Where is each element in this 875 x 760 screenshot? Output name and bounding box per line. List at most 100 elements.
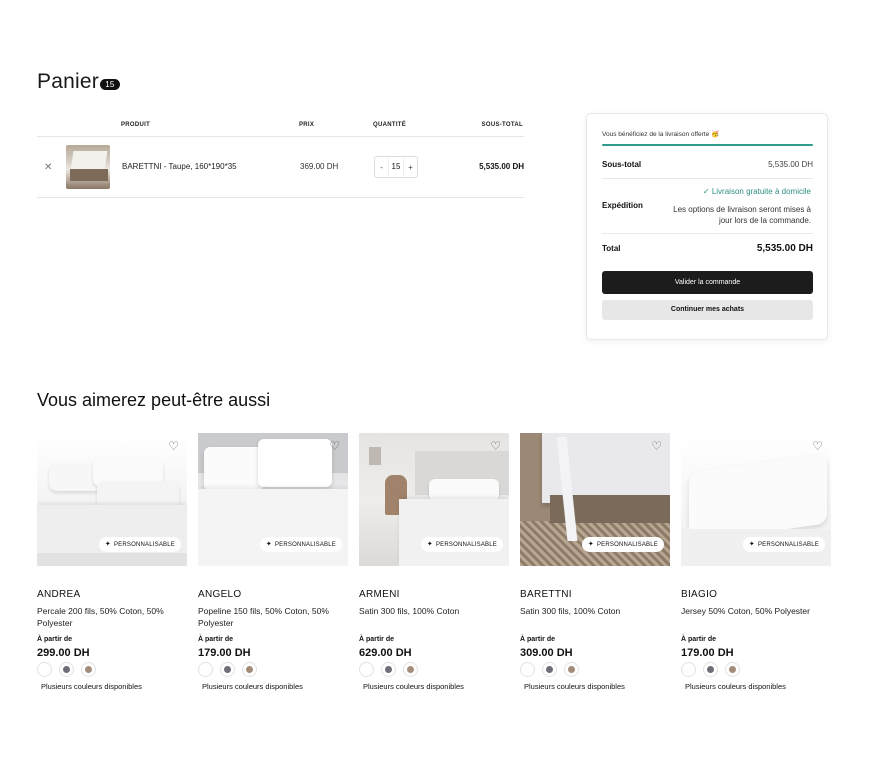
more-colors-label: Plusieurs couleurs disponibles [524, 682, 625, 691]
price-from-label: À partir de [198, 636, 234, 643]
remove-item-icon[interactable]: ✕ [44, 162, 52, 173]
swatch-taupe[interactable] [725, 662, 740, 677]
color-swatches [37, 662, 96, 677]
product-name[interactable]: ANGELO [198, 589, 241, 600]
product-image[interactable]: ♡ ✦ PERSONNALISABLE [37, 433, 187, 566]
swatch-white[interactable] [198, 662, 213, 677]
swatch-taupe[interactable] [564, 662, 579, 677]
cart-table-header: PRODUIT PRIX QUANTITÉ SOUS-TOTAL [37, 114, 524, 137]
quantity-decrease-button[interactable]: - [375, 163, 388, 172]
price-from-label: À partir de [681, 636, 717, 643]
cart-item-total: 5,535.00 DH [479, 162, 524, 171]
recommendations-title: Vous aimerez peut-être aussi [37, 390, 271, 410]
wishlist-heart-icon[interactable]: ♡ [651, 439, 662, 453]
more-colors-label: Plusieurs couleurs disponibles [41, 682, 142, 691]
product-card[interactable]: ♡ ✦ PERSONNALISABLE BIAGIO Jersey 50% Cot… [681, 433, 831, 691]
swatch-white[interactable] [520, 662, 535, 677]
wishlist-heart-icon[interactable]: ♡ [329, 439, 340, 453]
more-colors-label: Plusieurs couleurs disponibles [202, 682, 303, 691]
product-image[interactable]: ♡ ✦ PERSONNALISABLE [359, 433, 509, 566]
badge-label: PERSONNALISABLE [113, 542, 175, 548]
color-swatches [681, 662, 740, 677]
product-card[interactable]: ♡ ✦ PERSONNALISABLE ANGELO Popeline 150 f… [198, 433, 348, 691]
continue-shopping-button[interactable]: Continuer mes achats [602, 300, 813, 320]
quantity-increase-button[interactable]: + [404, 163, 417, 172]
wishlist-heart-icon[interactable]: ♡ [168, 439, 179, 453]
swatch-gray[interactable] [542, 662, 557, 677]
product-price: 629.00 DH [359, 647, 412, 659]
product-description: Satin 300 fils, 100% Coton [359, 606, 460, 616]
badge-label: PERSONNALISABLE [596, 542, 658, 548]
customizable-badge: ✦ PERSONNALISABLE [420, 537, 503, 552]
badge-label: PERSONNALISABLE [435, 542, 497, 548]
subtotal-value: 5,535.00 DH [768, 160, 813, 169]
magic-wand-icon: ✦ [104, 541, 111, 548]
shipping-label: Expédition [602, 201, 643, 210]
wishlist-heart-icon[interactable]: ♡ [812, 439, 823, 453]
product-image[interactable]: ♡ ✦ PERSONNALISABLE [681, 433, 831, 566]
swatch-gray[interactable] [59, 662, 74, 677]
magic-wand-icon: ✦ [426, 541, 433, 548]
product-name[interactable]: BIAGIO [681, 589, 717, 600]
cart-count-badge: 15 [99, 79, 120, 90]
swatch-taupe[interactable] [81, 662, 96, 677]
checkout-button[interactable]: Valider la commande [602, 271, 813, 294]
product-card[interactable]: ♡ ✦ PERSONNALISABLE ANDREA Percale 200 fi… [37, 433, 187, 691]
swatch-gray[interactable] [703, 662, 718, 677]
color-swatches [520, 662, 579, 677]
product-price: 179.00 DH [198, 647, 251, 659]
total-value: 5,535.00 DH [756, 243, 813, 254]
product-image[interactable]: ♡ ✦ PERSONNALISABLE [520, 433, 670, 566]
more-colors-label: Plusieurs couleurs disponibles [363, 682, 464, 691]
color-swatches [198, 662, 257, 677]
product-name[interactable]: ANDREA [37, 589, 80, 600]
customizable-badge: ✦ PERSONNALISABLE [581, 537, 664, 552]
product-description: Percale 200 fils, 50% Coton, 50% Polyest… [37, 606, 164, 628]
product-name[interactable]: BARETTNI [520, 589, 572, 600]
cart-table: PRODUIT PRIX QUANTITÉ SOUS-TOTAL ✕ BARET… [37, 114, 524, 198]
customizable-badge: ✦ PERSONNALISABLE [259, 537, 342, 552]
price-from-label: À partir de [359, 636, 395, 643]
price-from-label: À partir de [37, 636, 73, 643]
total-line: Total 5,535.00 DH [602, 243, 813, 254]
header-subtotal: SOUS-TOTAL [481, 122, 523, 128]
swatch-taupe[interactable] [242, 662, 257, 677]
product-description: Popeline 150 fils, 50% Coton, 50% Polyes… [198, 606, 329, 628]
product-description: Jersey 50% Coton, 50% Polyester [681, 606, 810, 616]
customizable-badge: ✦ PERSONNALISABLE [742, 537, 825, 552]
swatch-gray[interactable] [381, 662, 396, 677]
cart-row: ✕ BARETTNI - Taupe, 160*190*35 369.00 DH… [37, 137, 524, 198]
swatch-white[interactable] [359, 662, 374, 677]
divider [602, 178, 813, 179]
product-grid: ♡ ✦ PERSONNALISABLE ANDREA Percale 200 fi… [37, 433, 831, 691]
product-price: 299.00 DH [37, 647, 90, 659]
divider [602, 233, 813, 234]
wishlist-heart-icon[interactable]: ♡ [490, 439, 501, 453]
swatch-gray[interactable] [220, 662, 235, 677]
price-from-label: À partir de [520, 636, 556, 643]
quantity-stepper: - 15 + [374, 156, 418, 178]
product-card[interactable]: ♡ ✦ PERSONNALISABLE ARMENI Satin 300 fils… [359, 433, 509, 691]
cart-item-price: 369.00 DH [300, 162, 339, 171]
magic-wand-icon: ✦ [265, 541, 272, 548]
product-thumbnail[interactable] [66, 145, 110, 189]
product-name[interactable]: ARMENI [359, 589, 400, 600]
cart-item-name[interactable]: BARETTNI - Taupe, 160*190*35 [122, 162, 237, 171]
swatch-white[interactable] [37, 662, 52, 677]
order-summary: Vous bénéficiez de la livraison offerte … [586, 113, 828, 340]
customizable-badge: ✦ PERSONNALISABLE [98, 537, 181, 552]
swatch-taupe[interactable] [403, 662, 418, 677]
shipping-note: Les options de livraison seront mises à … [673, 205, 811, 225]
subtotal-line: Sous-total 5,535.00 DH [602, 160, 813, 169]
product-price: 179.00 DH [681, 647, 734, 659]
quantity-input[interactable]: 15 [388, 157, 404, 177]
color-swatches [359, 662, 418, 677]
page-title-text: Panier [37, 70, 99, 93]
more-colors-label: Plusieurs couleurs disponibles [685, 682, 786, 691]
swatch-white[interactable] [681, 662, 696, 677]
free-shipping-banner: Vous bénéficiez de la livraison offerte … [602, 131, 720, 138]
total-label: Total [602, 244, 621, 253]
product-image[interactable]: ♡ ✦ PERSONNALISABLE [198, 433, 348, 566]
product-card[interactable]: ♡ ✦ PERSONNALISABLE BARETTNI Satin 300 fi… [520, 433, 670, 691]
badge-label: PERSONNALISABLE [274, 542, 336, 548]
